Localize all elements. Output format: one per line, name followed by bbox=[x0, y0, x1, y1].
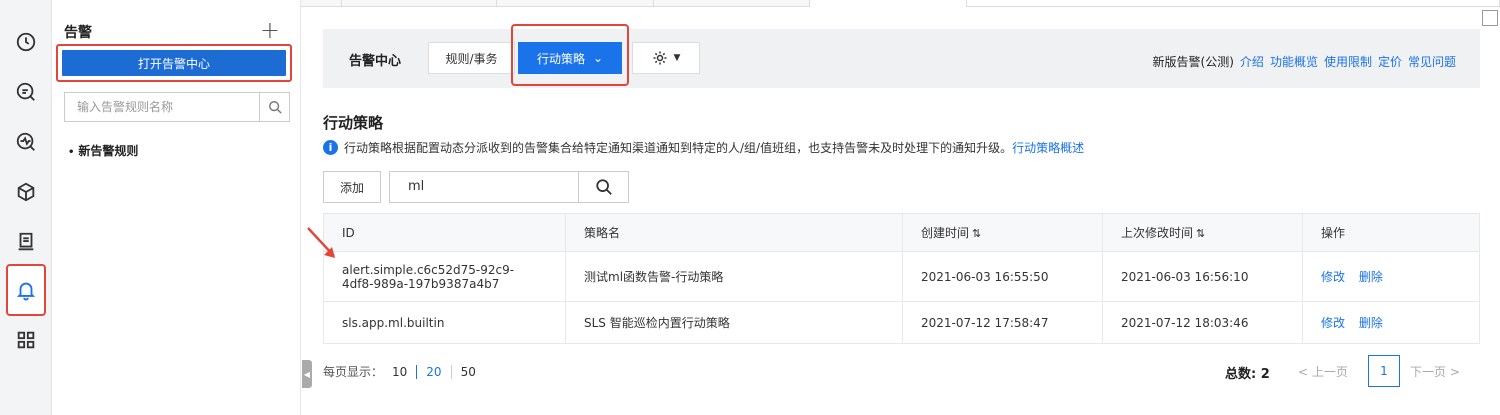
policy-filter: ml bbox=[389, 171, 629, 203]
grid-icon[interactable] bbox=[6, 320, 46, 360]
monitor-icon[interactable] bbox=[6, 122, 46, 162]
current-page-button[interactable]: 1 bbox=[1368, 355, 1400, 387]
table-row: sls.app.ml.builtin SLS 智能巡检内置行动策略 2021-0… bbox=[323, 301, 1480, 344]
help-links: 新版告警(公测) 介绍 功能概览 使用限制 定价 常见问题 bbox=[1153, 53, 1456, 70]
section-title: 行动策略 bbox=[323, 114, 384, 132]
rule-search: 输入告警规则名称 bbox=[64, 92, 290, 122]
report-icon[interactable] bbox=[6, 222, 46, 262]
chevron-left-icon: < bbox=[1298, 365, 1312, 379]
settings-dropdown[interactable]: ▼ bbox=[632, 42, 700, 74]
col-created[interactable]: 创建时间 ⇅ bbox=[902, 213, 1103, 252]
cell-id: sls.app.ml.builtin bbox=[323, 301, 566, 344]
rule-list-item[interactable]: 新告警规则 bbox=[68, 142, 138, 159]
cell-id-line: alert.simple.c6c52d75-92c9- bbox=[342, 262, 515, 277]
delete-link[interactable]: 删除 bbox=[1359, 270, 1383, 284]
next-page-button[interactable]: 下一页 > bbox=[1410, 363, 1460, 380]
cell-modified: 2021-07-12 18:03:46 bbox=[1102, 301, 1303, 344]
col-actions: 操作 bbox=[1302, 213, 1480, 252]
prev-page-button[interactable]: < 上一页 bbox=[1298, 363, 1348, 380]
link-limits[interactable]: 使用限制 bbox=[1324, 53, 1372, 70]
caret-down-icon: ▼ bbox=[673, 53, 681, 63]
page-size-option[interactable]: 10 bbox=[392, 365, 407, 379]
description-text: 行动策略根据配置动态分派收到的告警集合给特定通知渠道通知到特定的人/组/值班组，… bbox=[344, 141, 1013, 155]
link-pricing[interactable]: 定价 bbox=[1378, 53, 1402, 70]
red-arrow-annotation bbox=[307, 227, 335, 258]
col-modified-label: 上次修改时间 bbox=[1121, 226, 1194, 240]
cell-name: 测试ml函数告警-行动策略 bbox=[565, 251, 903, 302]
page-size-option[interactable]: 50 bbox=[461, 365, 476, 379]
cell-id-line: 4df8-989a-197b9387a4b7 bbox=[342, 276, 500, 291]
bell-icon[interactable] bbox=[6, 264, 46, 316]
page-size-label: 每页显示： bbox=[323, 365, 384, 379]
alert-left-panel: 告警 + 打开告警中心 输入告警规则名称 新告警规则 bbox=[52, 0, 301, 415]
search-icon[interactable] bbox=[259, 93, 289, 121]
delete-link[interactable]: 删除 bbox=[1359, 316, 1383, 330]
cell-actions: 修改 删除 bbox=[1302, 251, 1480, 302]
open-center-highlight: 打开告警中心 bbox=[56, 44, 292, 82]
box-icon[interactable] bbox=[6, 172, 46, 212]
cell-id: alert.simple.c6c52d75-92c9- 4df8-989a-19… bbox=[323, 251, 566, 302]
link-intro[interactable]: 介绍 bbox=[1240, 53, 1264, 70]
cell-name: SLS 智能巡检内置行动策略 bbox=[565, 301, 903, 344]
cell-modified: 2021-06-03 16:56:10 bbox=[1102, 251, 1303, 302]
cell-actions: 修改 删除 bbox=[1302, 301, 1480, 344]
col-modified[interactable]: 上次修改时间 ⇅ bbox=[1102, 213, 1303, 252]
gear-icon bbox=[653, 51, 667, 65]
page-size-selector: 每页显示： 10 20 50 bbox=[323, 363, 485, 380]
col-name: 策略名 bbox=[565, 213, 903, 252]
policy-search-input[interactable]: ml bbox=[390, 172, 578, 202]
cell-created: 2021-06-03 16:55:50 bbox=[902, 251, 1103, 302]
section-description: i 行动策略根据配置动态分派收到的告警集合给特定通知渠道通知到特定的人/组/值班… bbox=[323, 139, 1084, 156]
rule-search-input[interactable]: 输入告警规则名称 bbox=[65, 93, 259, 121]
sort-icon[interactable]: ⇅ bbox=[1196, 227, 1205, 240]
tab-rules[interactable]: 规则/事务 bbox=[428, 42, 515, 74]
next-page-label: 下一页 bbox=[1410, 365, 1447, 379]
tab-action-policy-label: 行动策略 bbox=[536, 51, 585, 66]
info-icon: i bbox=[323, 140, 338, 155]
add-button[interactable]: 添加 bbox=[323, 171, 381, 203]
policy-overview-link[interactable]: 行动策略概述 bbox=[1012, 139, 1084, 156]
search-icon[interactable] bbox=[578, 172, 628, 202]
alert-center-toolbar: 告警中心 规则/事务 行动策略 ⌄ ▼ 新版告警(公测) 介绍 功能概览 使用限… bbox=[323, 24, 1480, 88]
toolbar-title: 告警中心 bbox=[349, 54, 402, 69]
policy-tab-highlight: 行动策略 ⌄ bbox=[511, 24, 629, 86]
clock-icon[interactable] bbox=[6, 22, 46, 62]
col-id: ID bbox=[323, 213, 566, 252]
link-faq[interactable]: 常见问题 bbox=[1408, 53, 1456, 70]
chevron-down-icon: ⌄ bbox=[592, 51, 604, 65]
beta-label: 新版告警(公测) bbox=[1152, 55, 1234, 69]
divider bbox=[450, 364, 452, 379]
table-row: alert.simple.c6c52d75-92c9- 4df8-989a-19… bbox=[323, 251, 1480, 302]
panel-title: 告警 bbox=[64, 25, 92, 41]
main-content: 告警中心 规则/事务 行动策略 ⌄ ▼ 新版告警(公测) 介绍 功能概览 使用限… bbox=[302, 0, 1500, 415]
cell-created: 2021-07-12 17:58:47 bbox=[902, 301, 1103, 344]
col-created-label: 创建时间 bbox=[921, 226, 970, 240]
prev-page-label: 上一页 bbox=[1311, 365, 1348, 379]
page-size-option-selected[interactable]: 20 bbox=[426, 365, 441, 379]
search-log-icon[interactable] bbox=[6, 72, 46, 112]
sort-icon[interactable]: ⇅ bbox=[972, 227, 981, 240]
chevron-right-icon: > bbox=[1446, 365, 1460, 379]
edit-link[interactable]: 修改 bbox=[1321, 270, 1345, 284]
icon-rail bbox=[0, 0, 52, 415]
add-rule-icon[interactable]: + bbox=[260, 18, 280, 42]
link-overview[interactable]: 功能概览 bbox=[1270, 53, 1318, 70]
total-count: 总数: 2 bbox=[1225, 367, 1270, 382]
divider bbox=[416, 364, 418, 379]
open-alert-center-button[interactable]: 打开告警中心 bbox=[62, 50, 286, 76]
edit-link[interactable]: 修改 bbox=[1321, 316, 1345, 330]
table-header-row: ID 策略名 创建时间 ⇅ 上次修改时间 ⇅ 操作 bbox=[323, 213, 1480, 252]
policy-table: ID 策略名 创建时间 ⇅ 上次修改时间 ⇅ 操作 alert.simple.c6c… bbox=[323, 213, 1480, 344]
tab-action-policy[interactable]: 行动策略 ⌄ bbox=[518, 42, 622, 74]
collapse-panel-handle[interactable]: ◀ bbox=[302, 360, 312, 388]
